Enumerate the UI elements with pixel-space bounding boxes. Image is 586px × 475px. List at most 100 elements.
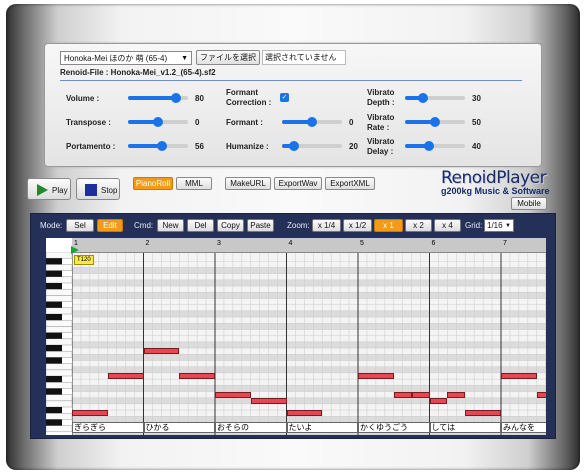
white-key[interactable] bbox=[46, 350, 72, 358]
voice-select[interactable]: Honoka-Mei ほのか 萌 (65-4) ▼ bbox=[60, 51, 192, 65]
voice-select-value: Honoka-Mei ほのか 萌 (65-4) bbox=[64, 54, 168, 63]
lyric-field[interactable]: ぎらぎら bbox=[72, 422, 144, 433]
note[interactable] bbox=[536, 391, 546, 398]
lyric-field[interactable]: たいよ bbox=[286, 422, 358, 433]
grid-select[interactable]: 1/16 ▼ bbox=[484, 219, 514, 232]
note[interactable] bbox=[393, 391, 412, 398]
white-key[interactable] bbox=[46, 394, 72, 402]
note[interactable] bbox=[72, 410, 108, 417]
white-key[interactable] bbox=[46, 425, 72, 433]
black-key[interactable] bbox=[46, 314, 62, 321]
vibrato-delay-slider[interactable] bbox=[405, 141, 465, 151]
stop-button[interactable]: Stop bbox=[76, 178, 120, 200]
formant-correction-label: Formant Correction : bbox=[226, 88, 272, 107]
tempo-marker[interactable]: T120 bbox=[74, 255, 94, 265]
white-key[interactable] bbox=[46, 264, 72, 271]
black-key[interactable] bbox=[46, 283, 62, 290]
white-key[interactable] bbox=[46, 276, 72, 284]
makeurl-button[interactable]: MakeURL bbox=[225, 177, 271, 190]
stop-label: Stop bbox=[101, 186, 118, 195]
zoom-quarter-button[interactable]: x 1/4 bbox=[312, 219, 341, 232]
mobile-button[interactable]: Mobile bbox=[511, 197, 547, 210]
volume-slider[interactable] bbox=[128, 93, 188, 103]
white-key[interactable] bbox=[46, 288, 72, 296]
lyric-field[interactable]: おそらの bbox=[215, 422, 287, 433]
divider bbox=[60, 80, 522, 81]
choose-file-button[interactable]: ファイルを選択 bbox=[196, 50, 260, 65]
note[interactable] bbox=[501, 372, 537, 379]
white-key[interactable] bbox=[46, 369, 72, 377]
white-key[interactable] bbox=[46, 307, 72, 315]
tab-mml[interactable]: MML bbox=[176, 177, 212, 190]
note[interactable] bbox=[250, 397, 287, 404]
del-button[interactable]: Del bbox=[187, 219, 214, 232]
lyric-field[interactable]: みんなを bbox=[501, 422, 546, 433]
black-key[interactable] bbox=[46, 332, 62, 339]
white-key[interactable] bbox=[46, 338, 72, 346]
mode-edit-button[interactable]: Edit bbox=[97, 219, 123, 232]
white-key[interactable] bbox=[46, 412, 72, 420]
note[interactable] bbox=[429, 397, 448, 404]
note[interactable] bbox=[411, 391, 430, 398]
black-key[interactable] bbox=[46, 345, 62, 352]
new-button[interactable]: New bbox=[157, 219, 184, 232]
black-key[interactable] bbox=[46, 301, 62, 308]
tab-pianoroll[interactable]: PianoRoll bbox=[133, 177, 173, 190]
vibrato-rate-slider[interactable] bbox=[405, 117, 465, 127]
zoom-2x-button[interactable]: x 2 bbox=[405, 219, 432, 232]
black-key[interactable] bbox=[46, 357, 62, 364]
black-key[interactable] bbox=[46, 376, 62, 383]
transpose-slider[interactable] bbox=[128, 117, 188, 127]
white-key[interactable] bbox=[46, 252, 72, 259]
white-key[interactable] bbox=[46, 400, 72, 408]
lyric-field[interactable]: ひかる bbox=[143, 422, 215, 433]
vibrato-delay-label: Vibrato Delay : bbox=[367, 137, 395, 156]
piano-keyboard[interactable] bbox=[46, 252, 72, 434]
white-key[interactable] bbox=[46, 326, 72, 333]
file-status: 選択されていません bbox=[262, 50, 346, 65]
bar-number: 3 bbox=[217, 240, 221, 247]
note[interactable] bbox=[107, 372, 144, 379]
zoom-4x-button[interactable]: x 4 bbox=[434, 219, 461, 232]
white-key[interactable] bbox=[46, 363, 72, 371]
cmd-label: Cmd: bbox=[134, 221, 154, 230]
black-key[interactable] bbox=[46, 388, 62, 395]
lyric-field[interactable]: しては bbox=[429, 422, 501, 433]
mode-label: Mode: bbox=[40, 221, 63, 230]
white-key[interactable] bbox=[46, 295, 72, 302]
exportxml-button[interactable]: ExportXML bbox=[325, 177, 375, 190]
black-key[interactable] bbox=[46, 419, 62, 426]
formant-slider[interactable] bbox=[282, 117, 342, 127]
formant-correction-checkbox[interactable]: ✓ bbox=[280, 93, 289, 102]
play-button[interactable]: Play bbox=[27, 178, 71, 200]
mode-sel-button[interactable]: Sel bbox=[66, 219, 94, 232]
white-key[interactable] bbox=[46, 319, 72, 327]
note[interactable] bbox=[179, 372, 215, 379]
zoom-1x-button[interactable]: x 1 bbox=[374, 219, 403, 232]
vibrato-depth-label: Vibrato Depth : bbox=[367, 88, 395, 107]
vibrato-depth-slider[interactable] bbox=[405, 93, 465, 103]
zoom-half-button[interactable]: x 1/2 bbox=[343, 219, 372, 232]
white-key[interactable] bbox=[46, 381, 72, 389]
note[interactable] bbox=[215, 391, 251, 398]
note[interactable] bbox=[358, 372, 394, 379]
note[interactable] bbox=[447, 391, 466, 398]
portamento-value: 56 bbox=[195, 142, 204, 151]
formant-label: Formant : bbox=[226, 118, 263, 127]
paste-button[interactable]: Paste bbox=[247, 219, 274, 232]
note-grid[interactable]: 1 2 3 4 5 6 7 T120 ぎらぎら ひかる おそらの たいよ かくゆうごう しては みんなを bbox=[71, 238, 546, 435]
note[interactable] bbox=[465, 410, 501, 417]
black-key[interactable] bbox=[46, 270, 62, 277]
copy-button[interactable]: Copy bbox=[217, 219, 244, 232]
exportwav-button[interactable]: ExportWav bbox=[274, 177, 322, 190]
lyric-field[interactable]: かくゆうごう bbox=[358, 422, 430, 433]
bar-number: 7 bbox=[503, 240, 507, 247]
note[interactable] bbox=[143, 348, 180, 355]
black-key[interactable] bbox=[46, 407, 62, 414]
humanize-slider[interactable] bbox=[282, 141, 342, 151]
note[interactable] bbox=[286, 410, 323, 417]
portamento-slider[interactable] bbox=[128, 141, 188, 151]
black-key[interactable] bbox=[46, 258, 62, 265]
grid-label: Grid: bbox=[465, 221, 483, 230]
bar-ruler[interactable]: 1 2 3 4 5 6 7 bbox=[71, 238, 546, 254]
